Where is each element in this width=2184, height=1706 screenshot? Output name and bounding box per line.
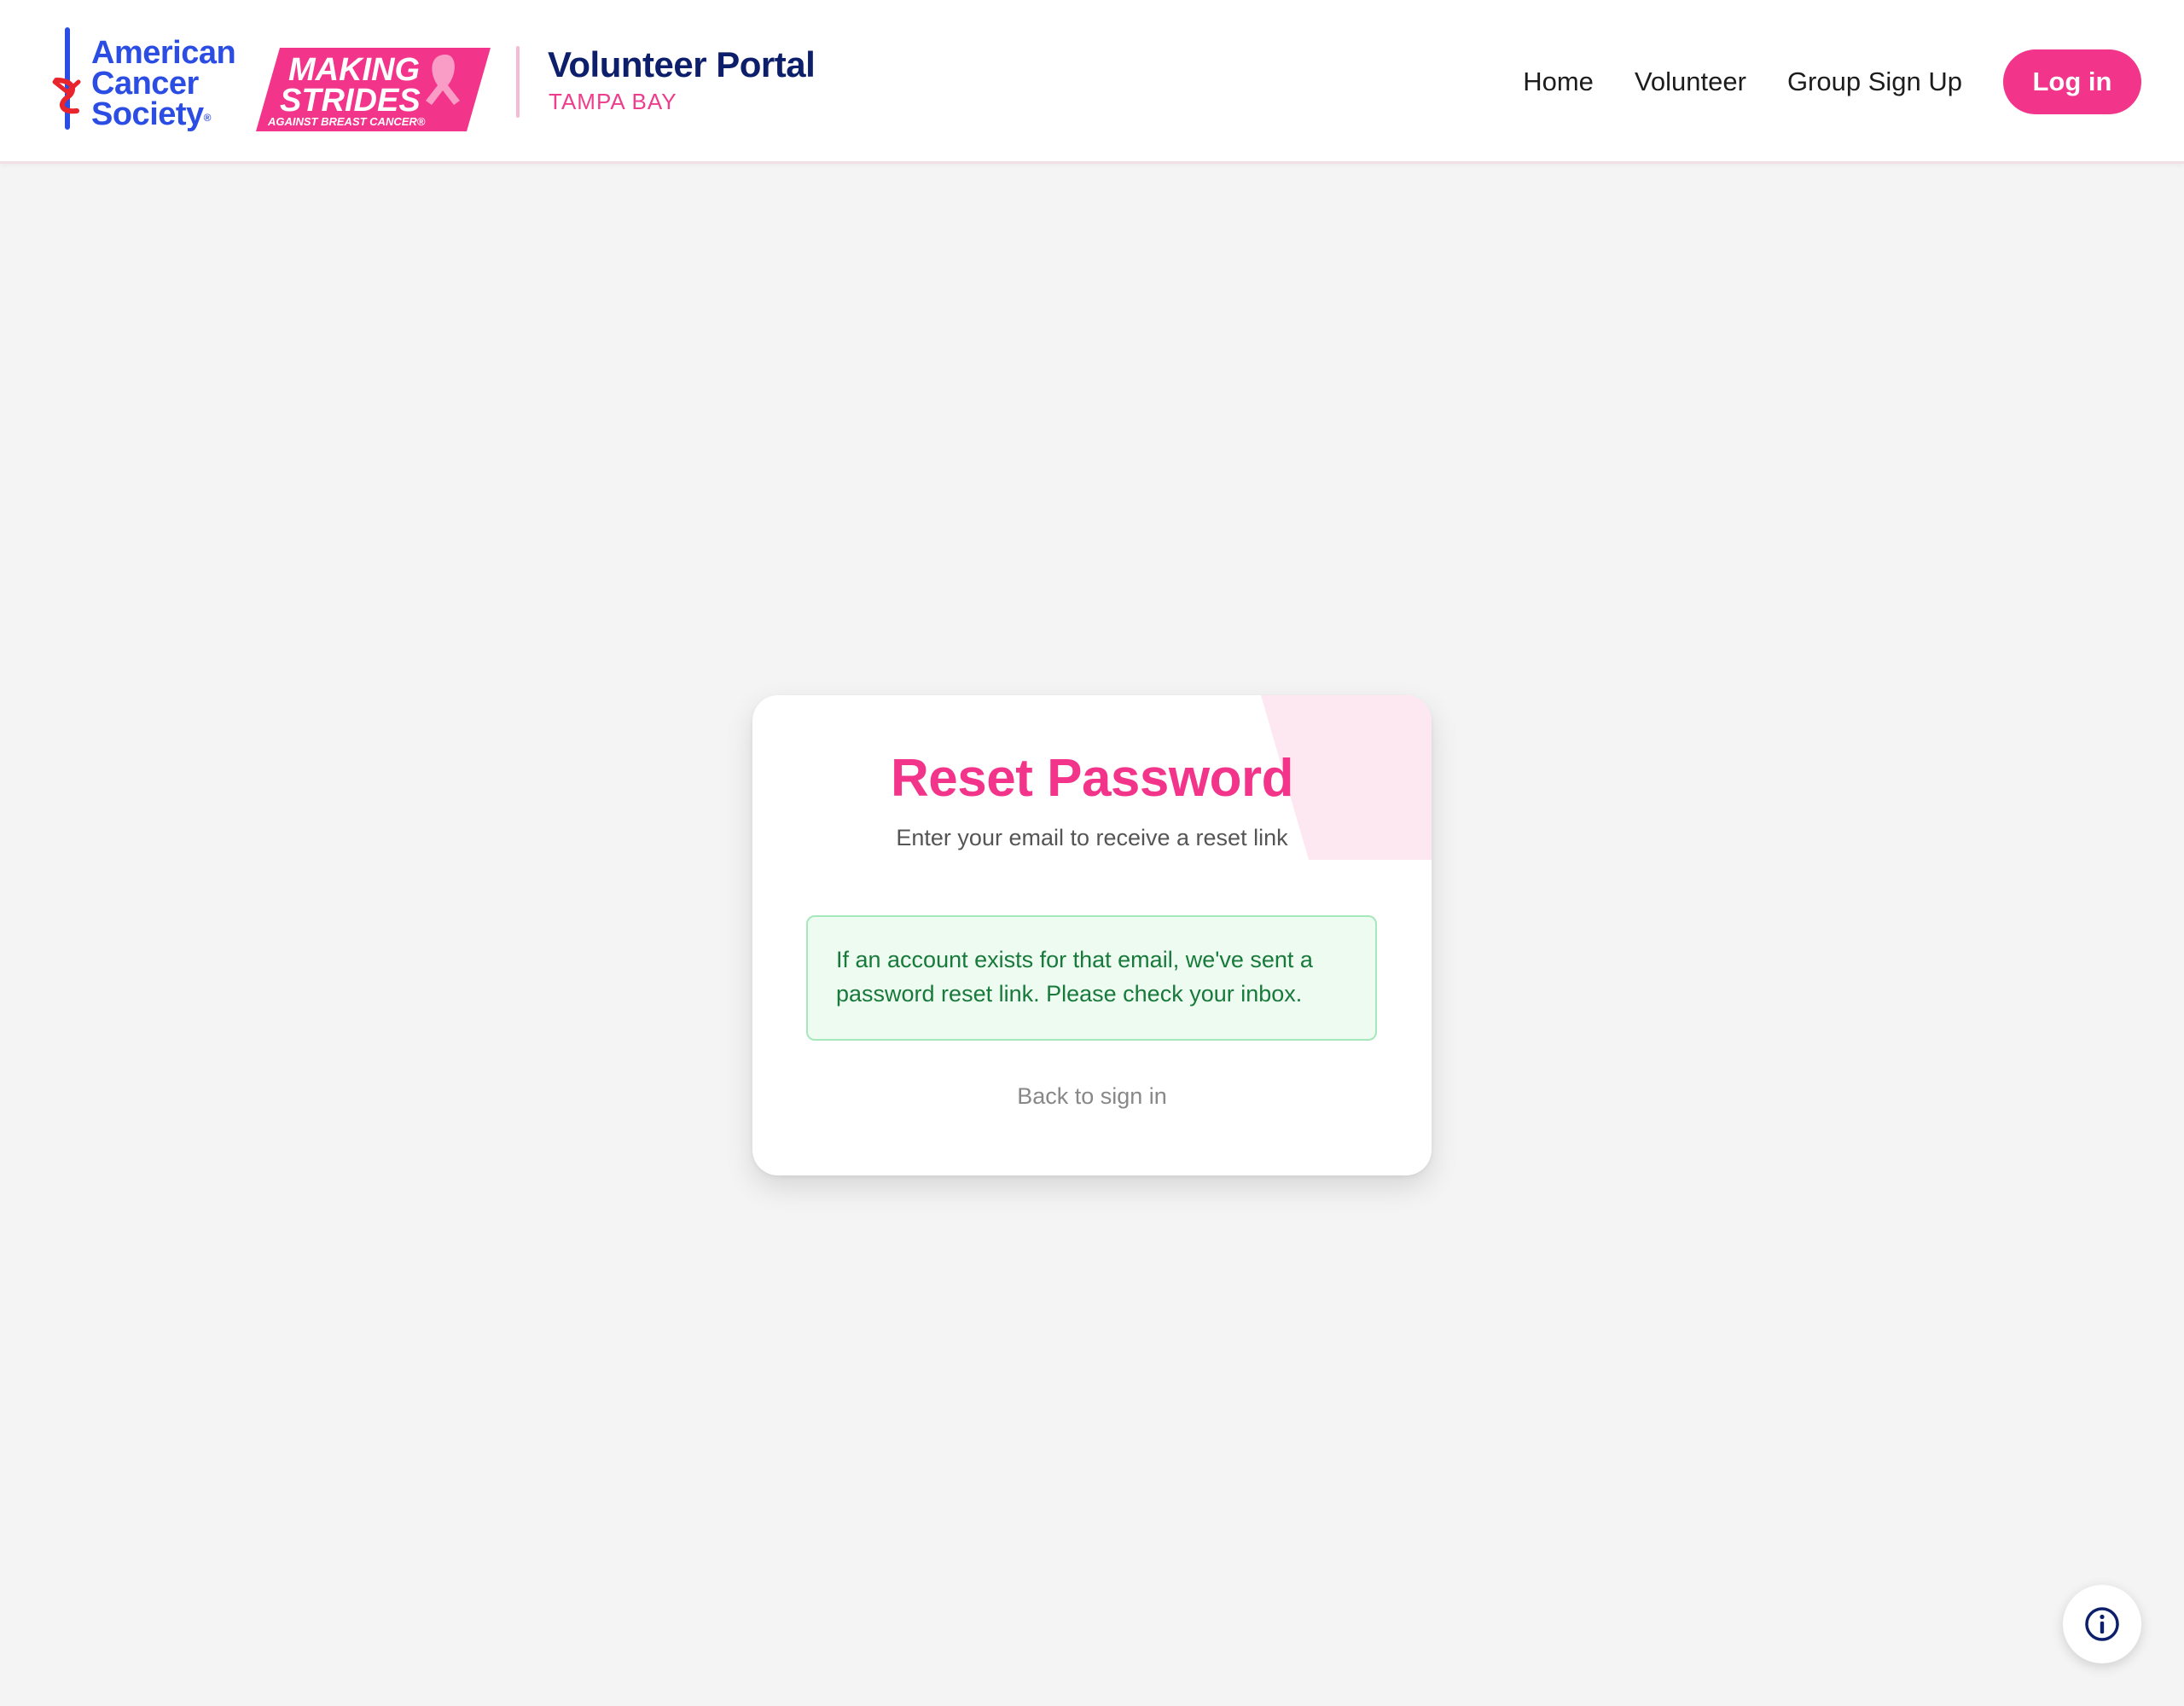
card-subtitle: Enter your email to receive a reset link [896,825,1288,850]
portal-subtitle: TAMPA BAY [549,89,677,114]
acs-logo[interactable]: American Cancer Society® [51,26,256,138]
info-icon [2085,1607,2119,1641]
acs-line-3: Society [91,96,204,132]
success-alert: If an account exists for that email, we'… [806,915,1377,1041]
making-strides-logo[interactable]: MAKING STRIDES AGAINST BREAST CANCER® [256,48,491,131]
site-header: American Cancer Society® MAKING STRIDES … [0,0,2184,164]
acs-line-2: Cancer [91,66,199,102]
acs-registered-mark: ® [203,112,212,124]
reset-password-card: Reset Password Enter your email to recei… [752,695,1432,1175]
main-nav: Home Volunteer Group Sign Up Log in [1523,49,2141,114]
nav-home[interactable]: Home [1523,67,1594,97]
acs-line-1: American [91,35,236,71]
back-to-sign-in-link[interactable]: Back to sign in [752,1083,1432,1110]
brand-logos[interactable]: American Cancer Society® MAKING STRIDES … [51,26,816,138]
acs-wordmark: American Cancer Society® [91,35,236,132]
nav-group-sign-up[interactable]: Group Sign Up [1787,67,1962,97]
login-button[interactable]: Log in [2003,49,2141,114]
card-title: Reset Password [891,749,1294,808]
strides-line-3: AGAINST BREAST CANCER® [267,115,426,128]
strides-line-2: STRIDES [280,83,421,119]
portal-title: Volunteer Portal [548,44,816,84]
nav-volunteer[interactable]: Volunteer [1635,67,1746,97]
acs-sword-icon [52,27,81,130]
info-button[interactable] [2063,1585,2141,1663]
brand-divider [516,46,520,118]
